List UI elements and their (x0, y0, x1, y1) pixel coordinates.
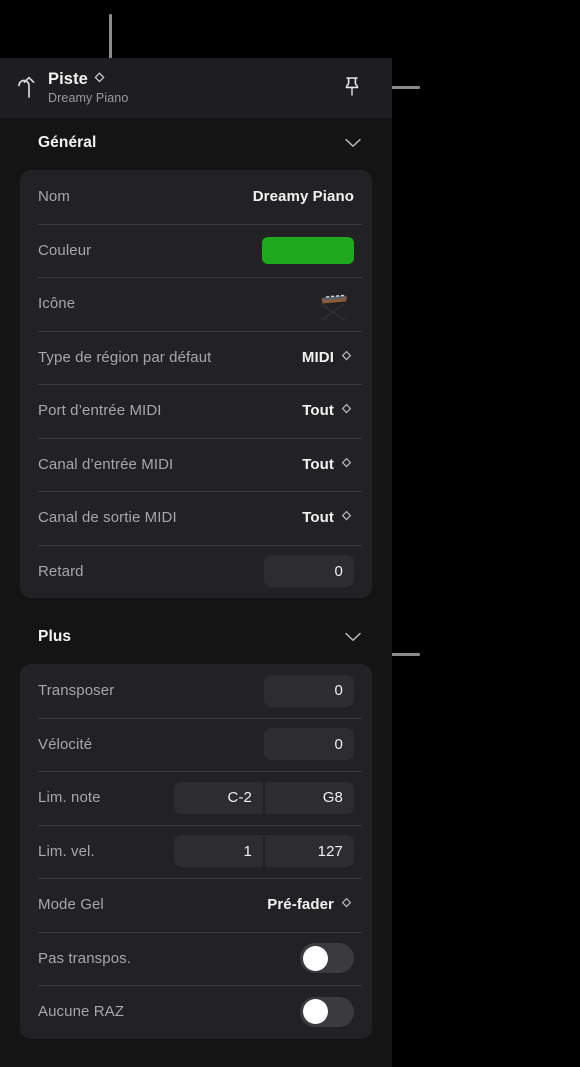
row-pas-transpos[interactable]: Pas transpos. (20, 931, 372, 986)
retard-field[interactable]: 0 (264, 555, 354, 588)
row-label: Port d’entrée MIDI (38, 402, 162, 420)
row-label: Couleur (38, 241, 92, 259)
section-title: Plus (38, 628, 72, 645)
section-plus: Plus Transposer 0 Vélocité 0 Lim. note C… (0, 616, 392, 1039)
row-label: Lim. vel. (38, 842, 95, 860)
pas-transpos-toggle[interactable] (300, 943, 354, 974)
color-swatch[interactable] (262, 236, 354, 264)
row-couleur[interactable]: Couleur (20, 223, 372, 278)
back-arrow-icon[interactable] (16, 73, 42, 103)
row-icone[interactable]: Icône (20, 277, 372, 331)
section-title: Général (38, 134, 97, 151)
updown-chevron-icon (341, 350, 352, 365)
updown-chevron-icon (341, 403, 352, 418)
row-port-entree-midi[interactable]: Port d’entrée MIDI Tout (20, 384, 372, 438)
aucune-raz-toggle[interactable] (300, 996, 354, 1027)
row-canal-sortie-midi[interactable]: Canal de sortie MIDI Tout (20, 491, 372, 545)
lim-note-low-field[interactable]: C-2 (174, 781, 263, 814)
row-aucune-raz[interactable]: Aucune RAZ (20, 985, 372, 1039)
section-header-general[interactable]: Général (0, 122, 392, 164)
row-value[interactable]: Dreamy Piano (253, 188, 354, 205)
row-lim-vel[interactable]: Lim. vel. 1 127 (20, 824, 372, 879)
row-retard[interactable]: Retard 0 (20, 544, 372, 599)
page-title: Piste (48, 70, 88, 88)
row-label: Icône (38, 295, 76, 313)
chevron-down-icon[interactable] (342, 132, 364, 154)
row-value (300, 943, 354, 974)
row-mode-gel[interactable]: Mode Gel Pré-fader (20, 878, 372, 932)
row-value (300, 996, 354, 1027)
row-label: Retard (38, 562, 84, 580)
nom-value: Dreamy Piano (252, 188, 354, 206)
pin-icon[interactable] (338, 73, 366, 103)
row-value[interactable] (314, 289, 354, 321)
track-name-subtitle: Dreamy Piano (48, 91, 129, 105)
popup-value: Tout (302, 509, 334, 527)
popup-value: Pré-fader (267, 896, 334, 914)
row-label: Nom (38, 188, 70, 206)
row-label: Aucune RAZ (38, 1003, 125, 1021)
popup-value: Tout (302, 402, 334, 420)
canal-entree-midi-popup[interactable]: Tout (302, 456, 354, 473)
lim-vel-low-field[interactable]: 1 (174, 835, 263, 868)
popup-value: MIDI (301, 348, 334, 366)
row-canal-entree-midi[interactable]: Canal d’entrée MIDI Tout (20, 437, 372, 492)
row-label: Vélocité (38, 735, 93, 753)
updown-chevron-icon (341, 457, 352, 472)
type-region-popup[interactable]: MIDI (302, 349, 354, 366)
row-label: Type de région par défaut (38, 348, 212, 366)
updown-chevron-icon (341, 897, 352, 912)
lim-note-fields[interactable]: C-2 G8 (174, 781, 354, 814)
section-header-plus[interactable]: Plus (0, 616, 392, 658)
row-value[interactable]: 0 (264, 674, 354, 707)
row-transposer[interactable]: Transposer 0 (20, 664, 372, 718)
lim-vel-fields[interactable]: 1 127 (174, 835, 354, 868)
updown-chevron-icon[interactable] (94, 72, 105, 87)
inspector-header: Piste Dreamy Piano (0, 58, 392, 118)
transposer-field[interactable]: 0 (264, 674, 354, 707)
plus-card: Transposer 0 Vélocité 0 Lim. note C-2 G8 (20, 664, 372, 1039)
updown-chevron-icon (341, 510, 352, 525)
row-type-region[interactable]: Type de région par défaut MIDI (20, 330, 372, 385)
toggle-knob (302, 999, 328, 1025)
row-label: Pas transpos. (38, 949, 132, 967)
row-nom[interactable]: Nom Dreamy Piano (20, 170, 372, 224)
chevron-down-icon[interactable] (342, 626, 364, 648)
row-label: Canal d’entrée MIDI (38, 455, 174, 473)
row-label: Lim. note (38, 789, 101, 807)
lim-vel-high-field[interactable]: 127 (265, 835, 354, 868)
lim-note-high-field[interactable]: G8 (265, 781, 354, 814)
row-value[interactable]: 0 (264, 555, 354, 588)
mode-gel-popup[interactable]: Pré-fader (267, 896, 354, 913)
row-velocite[interactable]: Vélocité 0 (20, 717, 372, 772)
row-label: Transposer (38, 682, 115, 700)
popup-value: Tout (302, 455, 334, 473)
header-titles: Piste Dreamy Piano (48, 70, 338, 106)
row-label: Canal de sortie MIDI (38, 509, 177, 527)
canal-sortie-midi-popup[interactable]: Tout (302, 509, 354, 526)
section-general: Général Nom Dreamy Piano Couleur Icône T… (0, 122, 392, 598)
keyboard-stand-icon[interactable] (314, 289, 354, 321)
velocite-field[interactable]: 0 (264, 728, 354, 761)
row-lim-note[interactable]: Lim. note C-2 G8 (20, 771, 372, 825)
track-inspector-panel: Piste Dreamy Piano Général Nom Dreamy Pi… (0, 58, 392, 1067)
row-value[interactable] (262, 236, 354, 264)
track-selector[interactable]: Piste (48, 70, 338, 89)
row-value[interactable]: 0 (264, 728, 354, 761)
port-entree-midi-popup[interactable]: Tout (302, 402, 354, 419)
general-card: Nom Dreamy Piano Couleur Icône Type de r… (20, 170, 372, 598)
toggle-knob (302, 945, 328, 971)
row-label: Mode Gel (38, 896, 104, 914)
